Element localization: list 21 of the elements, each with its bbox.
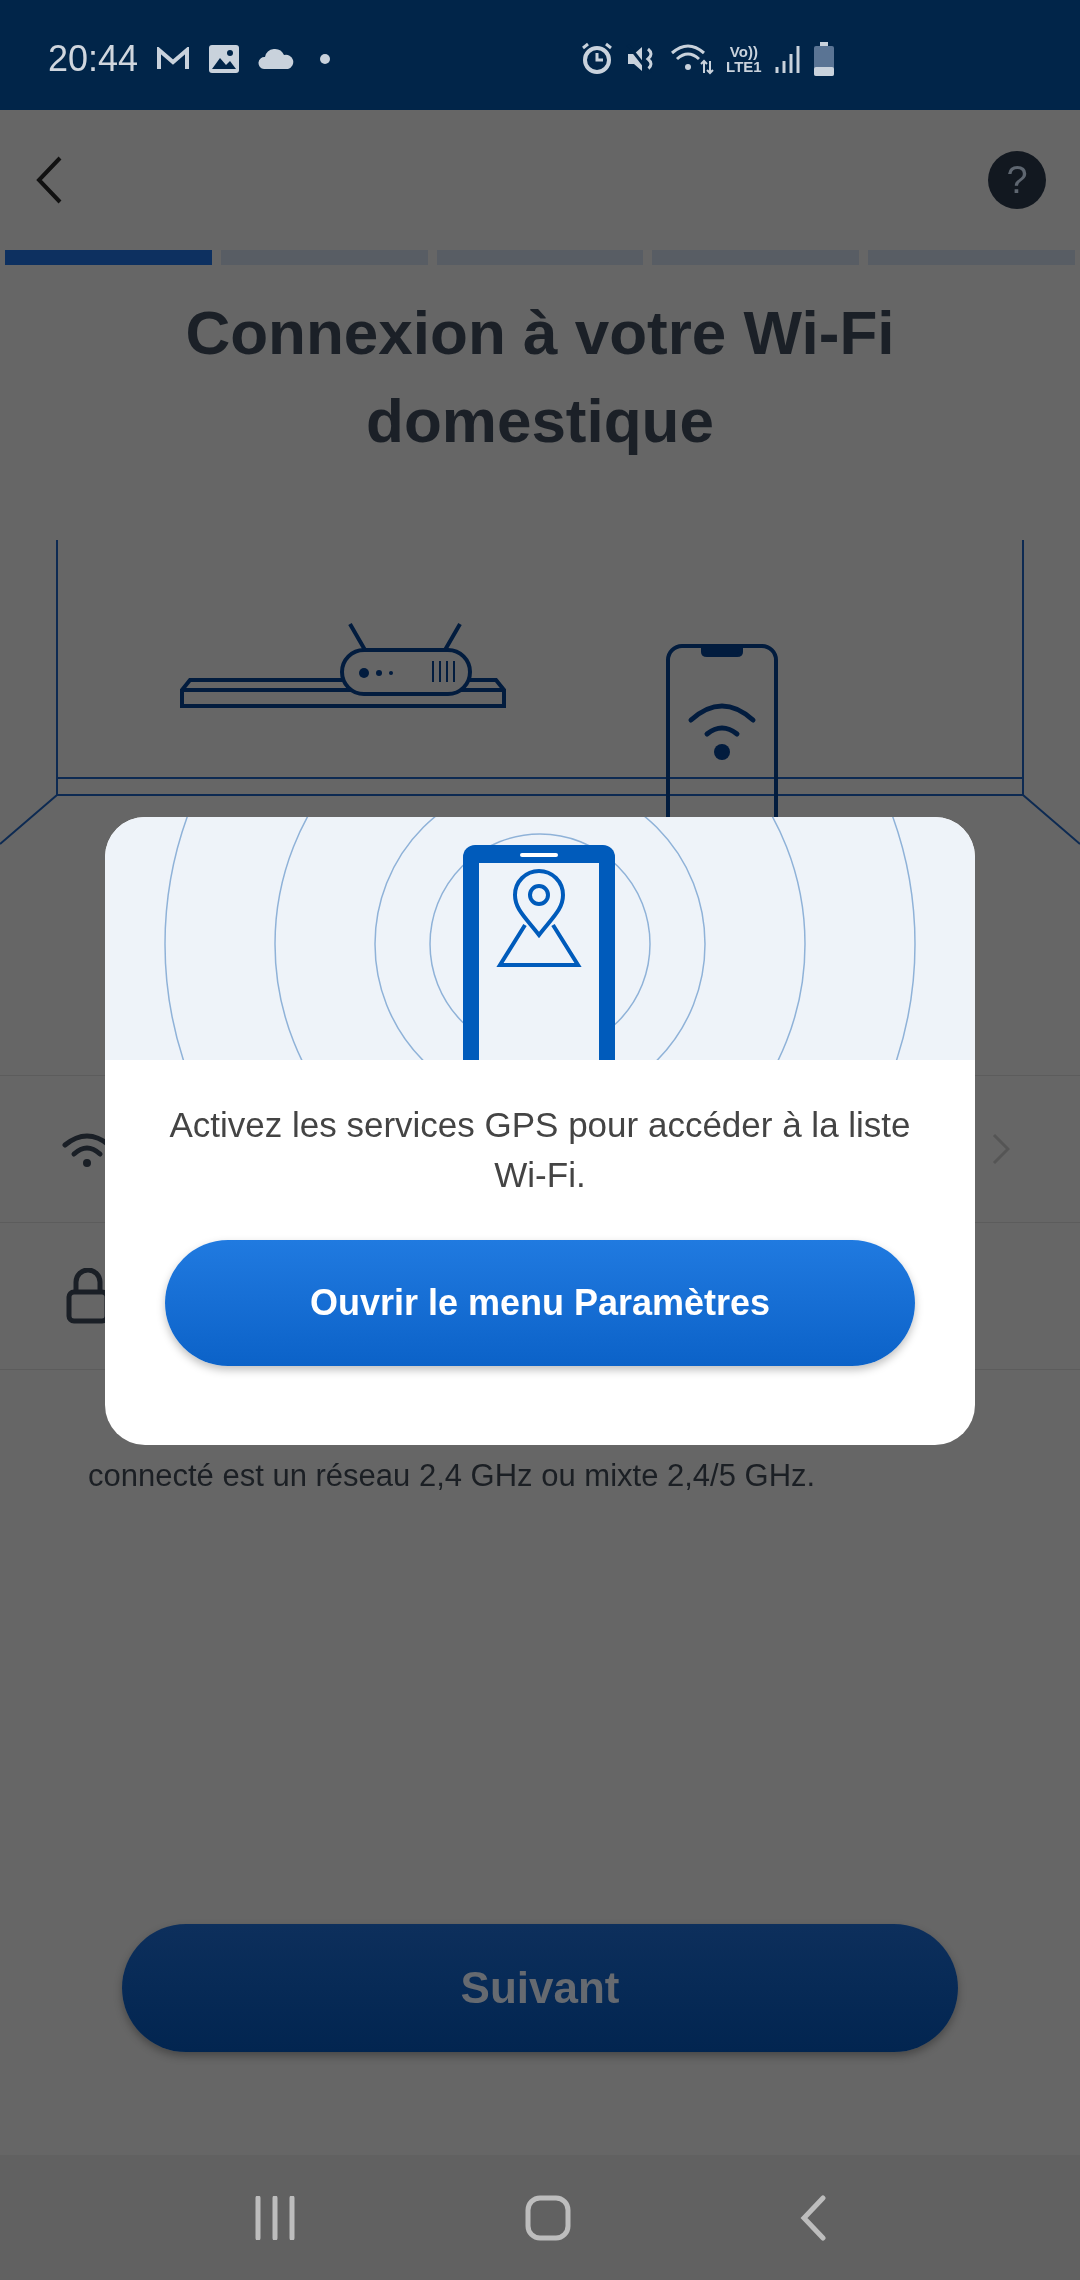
cloud-icon xyxy=(258,48,295,70)
mail-icon xyxy=(156,47,191,71)
volte-label: Vo)) xyxy=(729,44,758,59)
recent-apps-icon[interactable] xyxy=(254,2195,297,2240)
network-note: connecté est un réseau 2,4 GHz ou mixte 2,4/5 GHz. xyxy=(87,1457,817,1495)
back-button[interactable] xyxy=(34,155,64,205)
next-button[interactable]: Suivant xyxy=(122,1924,958,2052)
lte-label: LTE1 xyxy=(726,59,762,74)
alarm-icon xyxy=(580,42,615,76)
dot-icon xyxy=(320,54,331,64)
open-settings-button[interactable]: Ouvrir le menu Paramètres xyxy=(165,1240,915,1366)
help-button[interactable]: ? xyxy=(988,151,1046,209)
home-icon[interactable] xyxy=(525,2194,571,2241)
status-time: 20:44 xyxy=(48,37,139,81)
dialog-message: Activez les services GPS pour accéder à la liste Wi-Fi. xyxy=(168,1104,912,1196)
battery-icon xyxy=(813,42,834,76)
wifi-icon xyxy=(670,43,715,75)
page-title: Connexion à votre Wi-Fi domestique xyxy=(184,297,896,457)
signal-icon xyxy=(773,43,802,75)
back-icon[interactable] xyxy=(799,2194,826,2241)
image-icon xyxy=(208,44,241,74)
